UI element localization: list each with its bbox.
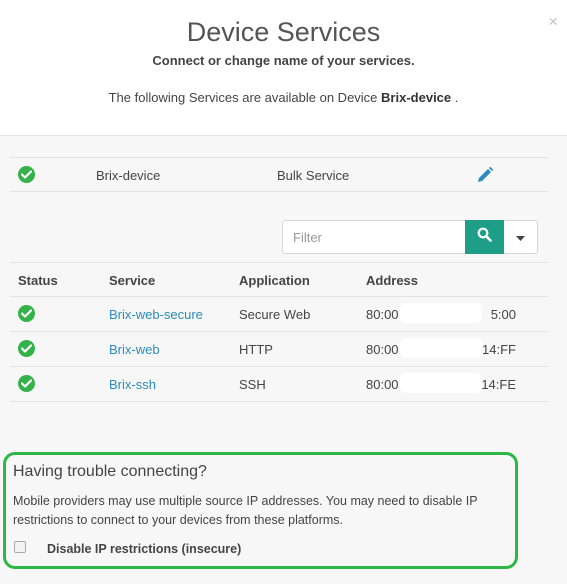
trouble-text: Mobile providers may use multiple source… [13,494,478,527]
disable-ip-restrictions-checkbox[interactable] [14,541,26,553]
trouble-title: Having trouble connecting? [13,463,207,480]
redaction-mask [400,373,482,393]
device-row: Brix-device Bulk Service [10,157,548,192]
service-link[interactable]: Brix-ssh [109,377,156,392]
table-row: Brix-web HTTP 80:00 14:FF [10,332,548,367]
disable-ip-restrictions-label[interactable]: Disable IP restrictions (insecure) [47,542,241,556]
services-table: Status Service Application Address Brix-… [10,262,548,402]
pencil-icon[interactable] [476,166,494,189]
status-check-icon [18,166,35,183]
column-header-application[interactable]: Application [239,273,310,288]
modal-subtitle: Connect or change name of your services. [152,53,415,68]
table-row: Brix-ssh SSH 80:00 14:FE [10,367,548,402]
description-device-name: Brix-device [381,90,452,105]
service-link[interactable]: Brix-web [109,342,160,357]
modal-title: Device Services [186,17,381,47]
trouble-connecting-panel: Having trouble connecting? Mobile provid… [3,452,518,569]
service-link[interactable]: Brix-web-secure [109,307,203,322]
modal-header: × Device Services Connect or change name… [0,0,567,136]
search-button[interactable] [465,220,504,254]
service-application: Secure Web [239,307,311,322]
status-check-icon [18,340,35,357]
column-header-address[interactable]: Address [366,273,516,288]
device-name: Brix-device [96,168,161,183]
address-end: 14:FF [482,342,516,357]
redaction-mask [400,338,482,358]
service-application: SSH [239,377,266,392]
address-end: 5:00 [490,307,516,322]
table-row: Brix-web-secure Secure Web 80:00 5:00 [10,297,548,332]
device-service-type: Bulk Service [277,168,350,183]
status-check-icon [18,305,35,322]
column-header-status[interactable]: Status [18,273,58,288]
filter-dropdown-button[interactable] [504,220,538,254]
modal-description: The following Services are available on … [0,90,567,105]
search-icon [477,227,492,247]
description-prefix: The following Services are available on … [108,90,378,105]
service-application: HTTP [239,342,273,357]
status-check-icon [18,375,35,392]
description-suffix: . [454,90,459,105]
address-start: 80:00 [366,342,399,357]
table-header: Status Service Application Address [10,262,548,297]
address-start: 80:00 [366,377,399,392]
filter-input[interactable] [282,220,466,254]
redaction-mask [400,303,482,323]
caret-down-icon [516,228,525,246]
column-header-service[interactable]: Service [109,273,155,288]
address-end: 14:FE [481,377,516,392]
address-start: 80:00 [366,307,399,322]
